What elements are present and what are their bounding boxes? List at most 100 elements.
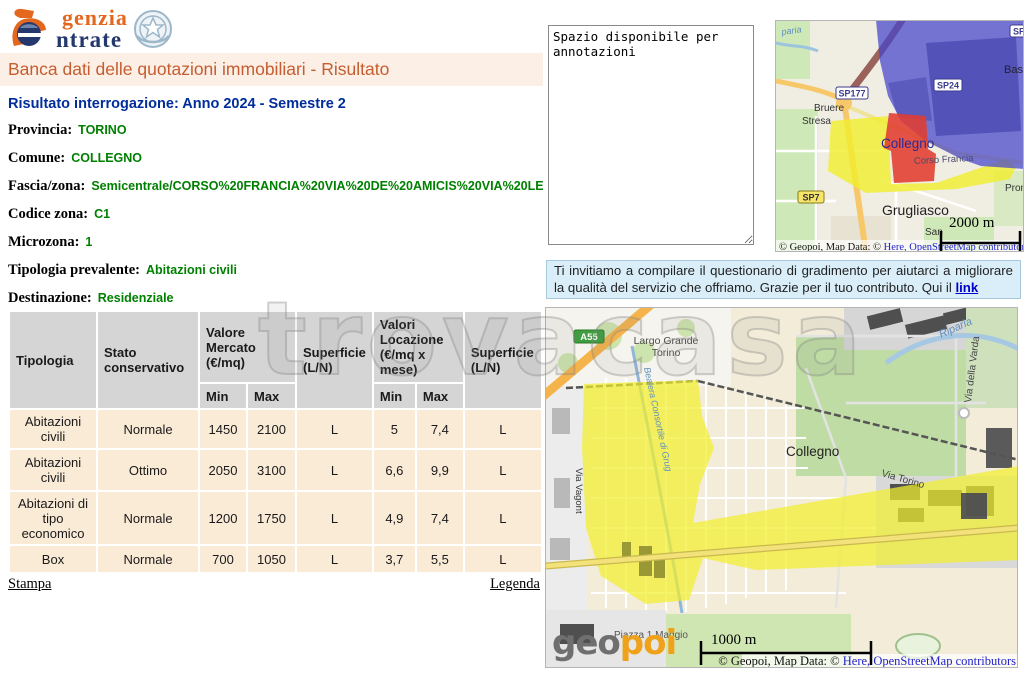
cell-vm-max: 1750 — [248, 492, 295, 544]
place-label: Grugliasco — [882, 202, 949, 218]
overview-map[interactable]: SP177 SP24 SP SP7 paria Bruere Stresa Co… — [775, 20, 1024, 252]
svg-text:SP177: SP177 — [838, 89, 865, 99]
field-value: Semicentrale/CORSO%20FRANCIA%20VIA%20DE%… — [91, 179, 543, 193]
svg-text:SP7: SP7 — [802, 193, 819, 203]
field-label: Microzona: — [8, 234, 79, 251]
italy-emblem-icon — [132, 8, 174, 50]
footer-links: Stampa Legenda — [8, 576, 540, 593]
street-label: Via Vagont — [573, 468, 584, 514]
field-tipologia-prevalente: Tipologia prevalente: Abitazioni civili — [8, 256, 543, 284]
osm-link[interactable]: OpenStreetMap contributors — [870, 654, 1016, 668]
col-header-superficie-2: Superficie (L/N) — [465, 312, 541, 408]
cell-stato: Normale — [98, 492, 198, 544]
field-value: COLLEGNO — [71, 151, 142, 165]
field-value: C1 — [94, 207, 110, 221]
table-row: Abitazioni civili Normale 1450 2100 L 5 … — [10, 410, 541, 448]
results-pane: genzia ntrate Banca dati delle quotazion… — [0, 0, 543, 678]
print-link[interactable]: Stampa — [8, 576, 52, 593]
legend-link[interactable]: Legenda — [490, 576, 540, 593]
cell-vm-min: 1200 — [200, 492, 246, 544]
cell-vm-min: 700 — [200, 546, 246, 572]
place-label: Prond — [1005, 183, 1024, 194]
field-comune: Comune: COLLEGNO — [8, 144, 543, 172]
col-header-min: Min — [200, 384, 246, 408]
brand-line2: ntrate — [56, 29, 128, 51]
agenzia-entrate-logo-icon — [8, 6, 54, 52]
field-label: Destinazione: — [8, 290, 92, 307]
brand-text: genzia ntrate — [56, 8, 128, 51]
place-label: Bruere — [814, 103, 844, 114]
cell-vl-max: 9,9 — [417, 450, 463, 490]
cell-superficie-1: L — [297, 492, 372, 544]
cell-vl-min: 4,9 — [374, 492, 415, 544]
cell-vm-min: 2050 — [200, 450, 246, 490]
field-codice-zona: Codice zona: C1 — [8, 200, 543, 228]
table-row: Box Normale 700 1050 L 3,7 5,5 L — [10, 546, 541, 572]
col-header-stato: Stato conservativo — [98, 312, 198, 408]
road-badge-sp24: SP24 — [934, 79, 962, 91]
place-label: Stresa — [802, 116, 831, 127]
here-link[interactable]: Here, — [843, 654, 870, 668]
cell-superficie-2: L — [465, 546, 541, 572]
annotations-textarea[interactable]: Spazio disponibile per annotazioni — [548, 25, 754, 245]
cell-superficie-2: L — [465, 410, 541, 448]
svg-text:A55: A55 — [580, 332, 598, 343]
cell-vl-min: 3,7 — [374, 546, 415, 572]
field-destinazione: Destinazione: Residenziale — [8, 284, 543, 312]
cell-superficie-2: L — [465, 450, 541, 490]
cell-vm-max: 3100 — [248, 450, 295, 490]
place-label: Bass — [1004, 64, 1024, 76]
col-header-min: Min — [374, 384, 415, 408]
field-label: Provincia: — [8, 122, 72, 139]
cell-stato: Normale — [98, 546, 198, 572]
cell-superficie-1: L — [297, 410, 372, 448]
agenzia-entrate-logo: genzia ntrate — [8, 5, 174, 53]
cell-vl-max: 7,4 — [417, 410, 463, 448]
field-value: Residenziale — [98, 291, 174, 305]
road-badge-a55: A55 — [574, 330, 604, 343]
field-microzona: Microzona: 1 — [8, 228, 543, 256]
cell-vl-min: 5 — [374, 410, 415, 448]
cell-vm-min: 1450 — [200, 410, 246, 448]
cell-tipologia: Abitazioni civili — [10, 410, 96, 448]
page: genzia ntrate Banca dati delle quotazion… — [0, 0, 1024, 678]
cell-tipologia: Box — [10, 546, 96, 572]
cell-tipologia: Abitazioni di tipo economico — [10, 492, 96, 544]
cell-vm-max: 2100 — [248, 410, 295, 448]
cell-tipologia: Abitazioni civili — [10, 450, 96, 490]
cell-vm-max: 1050 — [248, 546, 295, 572]
cell-stato: Ottimo — [98, 450, 198, 490]
roundabout — [959, 408, 969, 418]
field-label: Fascia/zona: — [8, 178, 85, 195]
survey-banner: Ti invitiamo a compilare il questionario… — [546, 260, 1021, 299]
svg-text:SP24: SP24 — [937, 81, 959, 91]
cell-superficie-1: L — [297, 450, 372, 490]
col-header-max: Max — [248, 384, 295, 408]
result-heading: Risultato interrogazione: Anno 2024 - Se… — [8, 96, 346, 112]
brand-line1: genzia — [62, 8, 128, 29]
cell-superficie-2: L — [465, 492, 541, 544]
col-header-tipologia: Tipologia — [10, 312, 96, 408]
cell-vl-max: 5,5 — [417, 546, 463, 572]
here-link[interactable]: Here, — [884, 242, 907, 252]
road-badge-sp177: SP177 — [836, 87, 868, 99]
detail-map[interactable]: A55 Largo Grande — [545, 307, 1018, 668]
col-header-max: Max — [417, 384, 463, 408]
road-badge-sp7: SP7 — [798, 191, 824, 203]
field-value: 1 — [85, 235, 92, 249]
col-header-superficie-1: Superficie (L/N) — [297, 312, 372, 408]
quotations-table: Tipologia Stato conservativo Valore Merc… — [8, 310, 543, 574]
road-badge-sp-edge: SP — [1010, 25, 1024, 37]
place-label: Largo Grande — [634, 335, 699, 347]
col-header-valore-mercato: Valore Mercato (€/mq) — [200, 312, 295, 382]
cell-stato: Normale — [98, 410, 198, 448]
table-row: Abitazioni di tipo economico Normale 120… — [10, 492, 541, 544]
survey-text: Ti invitiamo a compilare il questionario… — [554, 263, 1013, 295]
place-label: Torino — [652, 347, 681, 359]
place-label-collegno: Collegno — [881, 136, 934, 151]
cell-vl-max: 7,4 — [417, 492, 463, 544]
survey-link[interactable]: link — [955, 280, 978, 295]
page-title: Banca dati delle quotazioni immobiliari … — [0, 53, 543, 86]
place-label-collegno: Collegno — [786, 444, 839, 459]
field-label: Tipologia prevalente: — [8, 262, 140, 279]
